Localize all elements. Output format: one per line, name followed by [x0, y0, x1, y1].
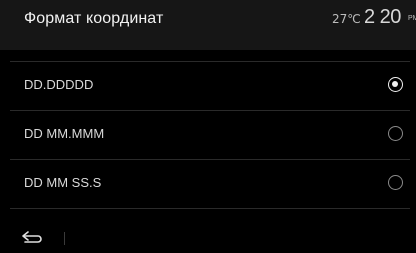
option-label: DD MM.MMM [24, 126, 105, 141]
option-label: DD.DDDDD [24, 77, 94, 92]
radio-unselected-icon[interactable] [388, 175, 403, 190]
clock-time: 2 20 [364, 6, 401, 28]
footer-bar [0, 218, 416, 253]
page-title: Формат координат [24, 10, 164, 27]
radio-selected-icon[interactable] [388, 77, 403, 92]
back-arrow-icon [22, 231, 42, 243]
option-dd-mm-mmm[interactable]: DD MM.MMM [0, 111, 416, 159]
temperature-readout: 27℃ [332, 12, 361, 26]
clock-ampm: PM [408, 15, 416, 22]
option-dd-mm-ss-s[interactable]: DD MM SS.S [0, 160, 416, 208]
footer-separator [64, 232, 65, 245]
option-label: DD MM SS.S [24, 175, 102, 190]
option-dd-ddddd[interactable]: DD.DDDDD [0, 62, 416, 110]
list-divider [10, 208, 410, 209]
coordinate-format-screen: Формат координат 27℃ 2 20 PM DD.DDDDD DD… [0, 0, 416, 253]
radio-unselected-icon[interactable] [388, 126, 403, 141]
back-button[interactable] [20, 226, 46, 248]
header-bar: Формат координат 27℃ 2 20 PM [0, 0, 416, 50]
